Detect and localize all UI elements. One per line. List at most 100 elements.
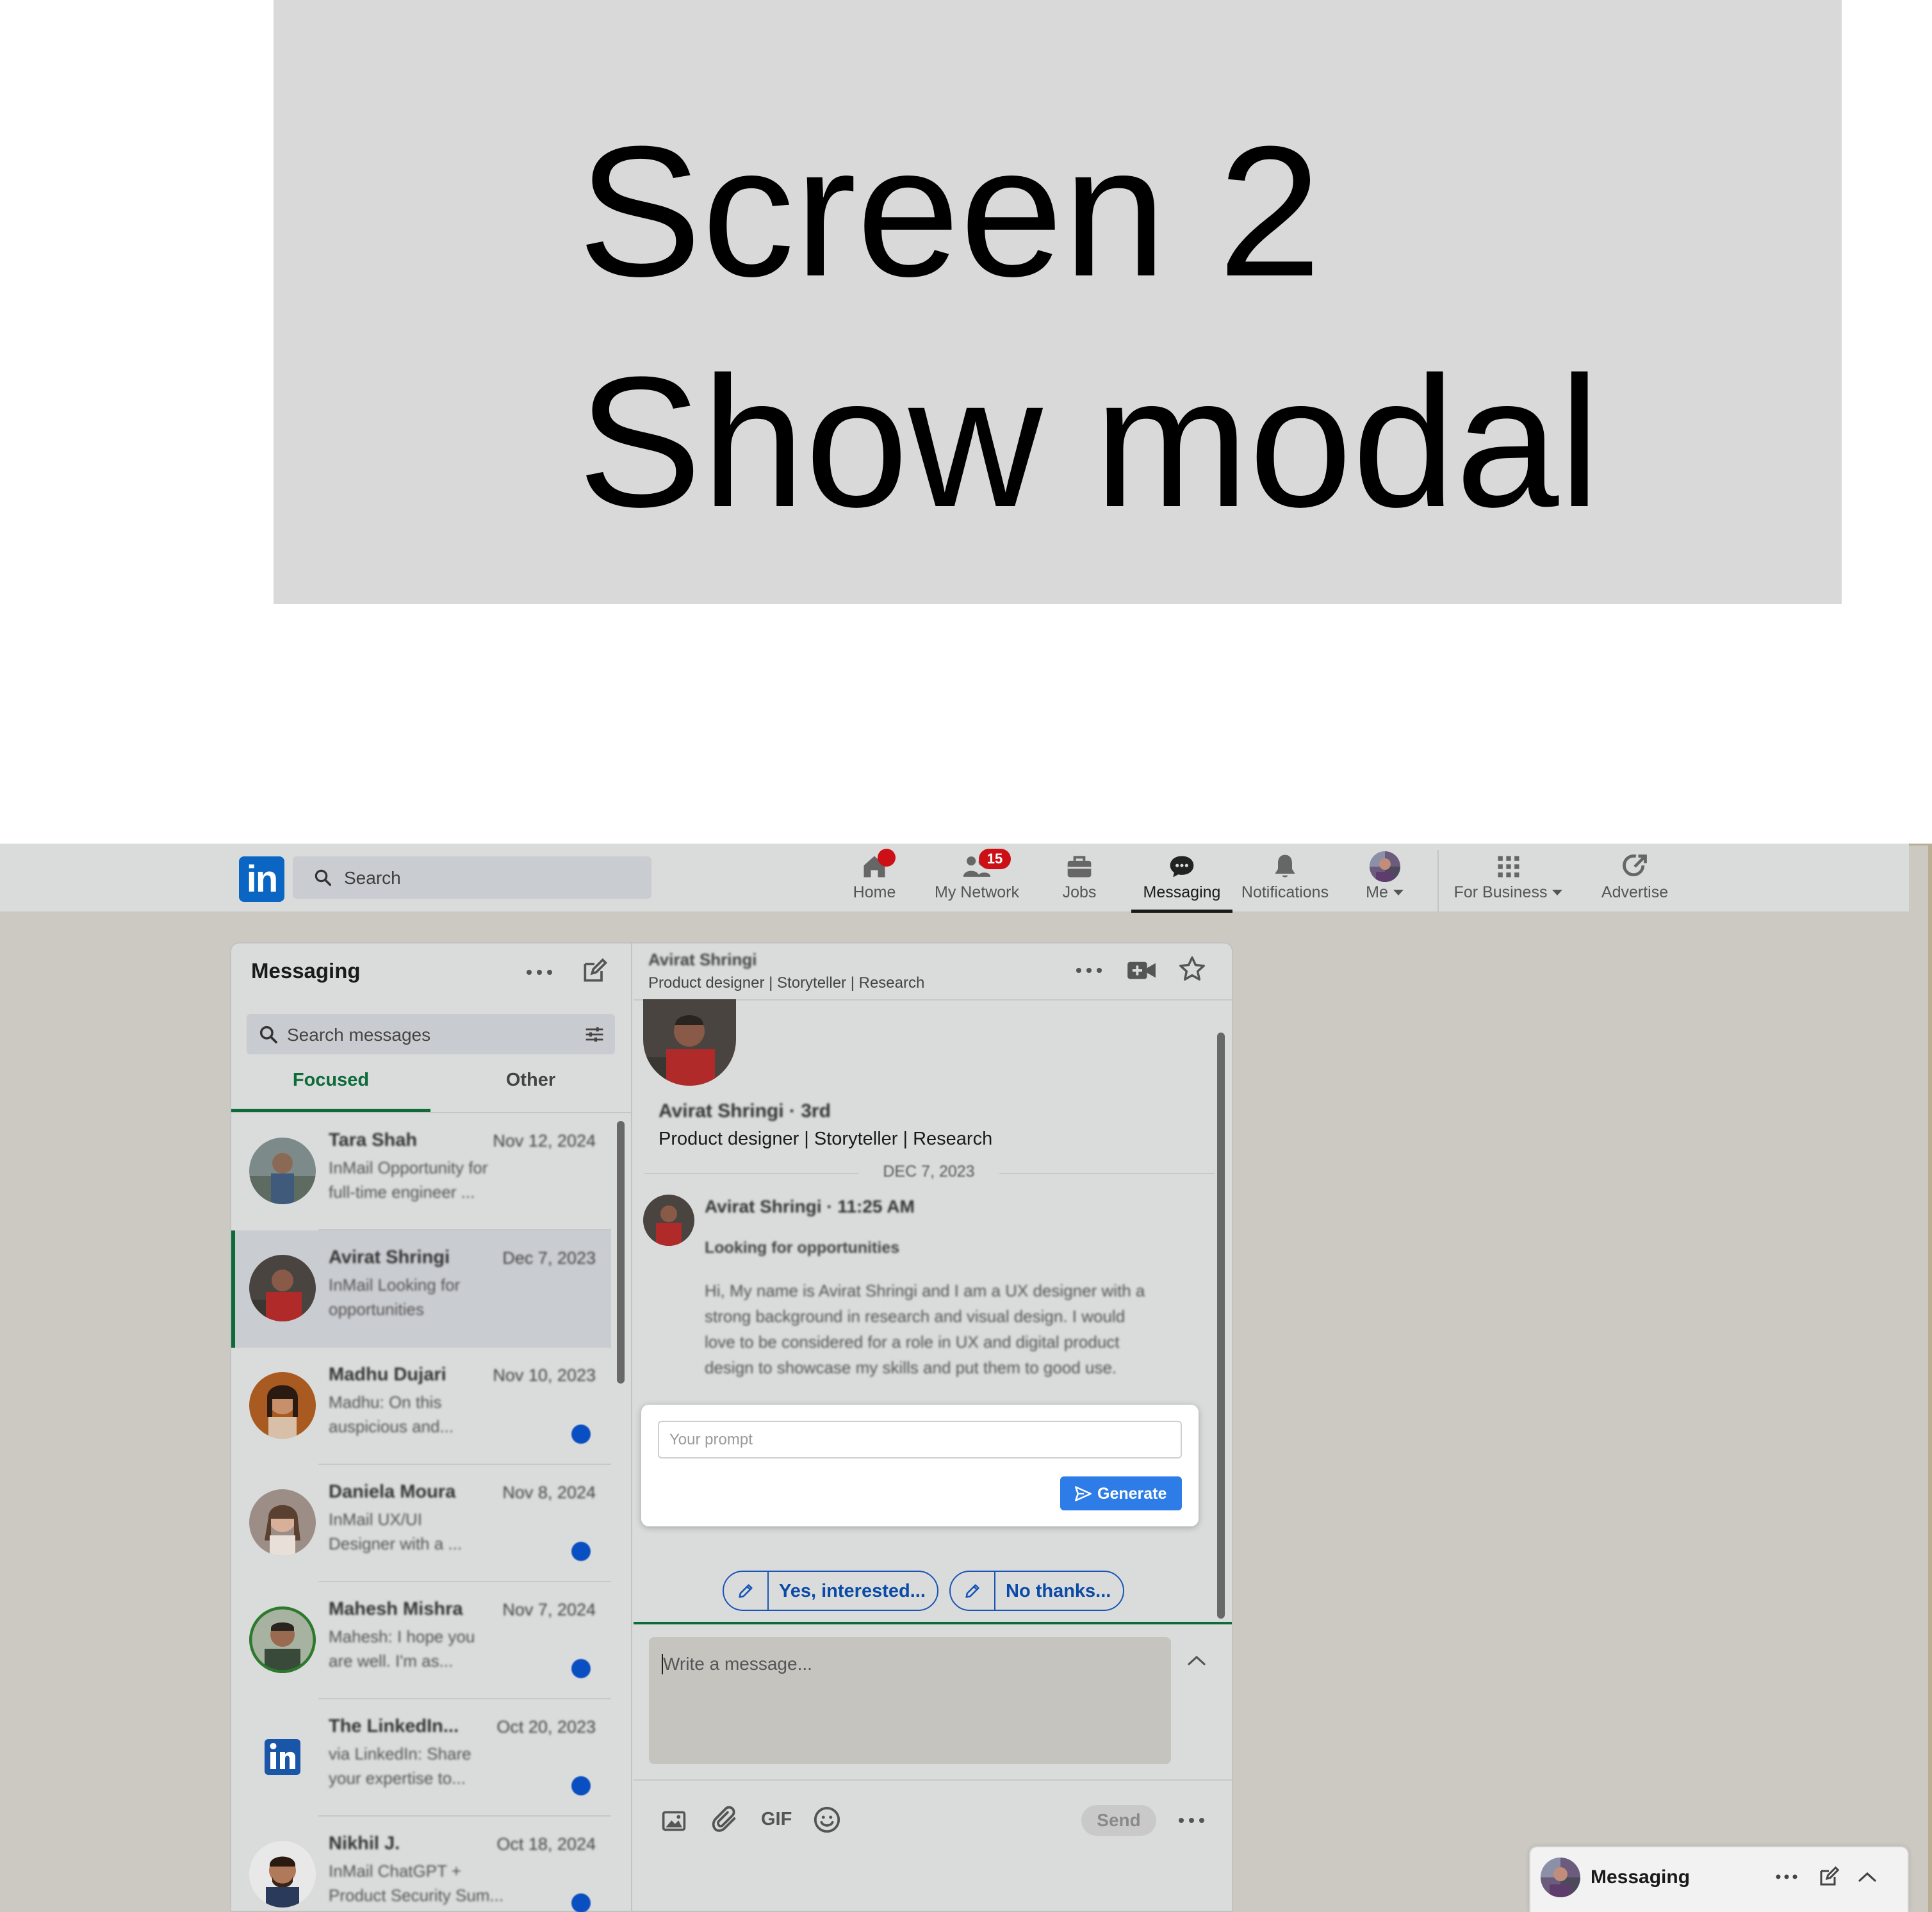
search-messages-input[interactable]: Search messages (247, 1014, 615, 1054)
video-call-icon[interactable] (1126, 958, 1158, 983)
conversation-preview-2: Product Security Sum... (329, 1886, 504, 1905)
messaging-dock[interactable]: Messaging (1529, 1846, 1909, 1912)
me-avatar (1370, 851, 1400, 882)
nav-notifications[interactable]: Notifications (1236, 850, 1334, 911)
unread-indicator (571, 1659, 591, 1678)
conversation-preview: Madhu: On this (329, 1393, 442, 1412)
unread-indicator (571, 1542, 591, 1561)
pencil-icon[interactable] (951, 1572, 995, 1610)
reply-suggestion-yes[interactable]: Yes, interested... (723, 1571, 938, 1611)
message-author: Avirat Shringi · 11:25 AM (705, 1197, 915, 1216)
linkedin-logo[interactable]: in (239, 856, 284, 902)
nav-advertise[interactable]: Advertise (1595, 850, 1674, 911)
conversation-item[interactable]: Madhu Dujari Nov 10, 2023 Madhu: On this… (231, 1348, 611, 1465)
conversation-scrollbar[interactable] (1217, 1033, 1225, 1619)
conversation-item[interactable]: Mahesh Mishra Nov 7, 2024 Mahesh: I hope… (231, 1582, 611, 1699)
avatar (249, 1841, 316, 1908)
conversation-item[interactable]: The LinkedIn... Oct 20, 2023 via LinkedI… (231, 1699, 611, 1817)
conversation-name: Madhu Dujari (329, 1364, 446, 1385)
conversation-item[interactable]: Daniela Moura Nov 8, 2024 InMail UX/UI D… (231, 1465, 611, 1582)
reply-suggestion-no[interactable]: No thanks... (949, 1571, 1124, 1611)
list-scrollbar[interactable] (617, 1121, 625, 1384)
dock-title: Messaging (1591, 1867, 1690, 1888)
conversation-item[interactable]: Tara Shah Nov 12, 2024 InMail Opportunit… (231, 1113, 611, 1230)
compose-icon[interactable] (580, 957, 609, 985)
avatar (249, 1255, 316, 1321)
ai-prompt-modal: Generate (641, 1405, 1199, 1526)
more-options-icon[interactable] (1774, 1869, 1799, 1884)
conversation-name: Daniela Moura (329, 1482, 456, 1502)
search-icon (313, 868, 332, 887)
conversation-item-selected[interactable]: Avirat Shringi Dec 7, 2023 InMail Lookin… (231, 1230, 611, 1348)
conversation-preview: Mahesh: I hope you (329, 1627, 475, 1646)
avatar (249, 1606, 316, 1673)
send-button[interactable]: Send (1081, 1805, 1156, 1836)
star-icon[interactable] (1177, 954, 1207, 984)
conversation-preview: InMail UX/UI (329, 1510, 422, 1529)
reply-suggestion-label: No thanks... (1006, 1581, 1111, 1601)
conversation-preview: InMail Opportunity for (329, 1158, 488, 1177)
message-avatar[interactable] (643, 1195, 694, 1246)
conversation-date: Dec 7, 2023 (502, 1248, 596, 1268)
chat-header-name[interactable]: Avirat Shringi (648, 950, 757, 970)
nav-my-network[interactable]: 15 My Network (929, 849, 1025, 911)
advertise-icon (1621, 853, 1649, 881)
nav-for-business[interactable]: For Business (1448, 850, 1569, 911)
search-messages-placeholder: Search messages (287, 1025, 431, 1045)
conversation-name: Avirat Shringi (329, 1247, 450, 1268)
generate-button[interactable]: Generate (1060, 1476, 1182, 1510)
conversation-item[interactable]: Nikhil J. Oct 18, 2024 InMail ChatGPT + … (231, 1817, 611, 1912)
conversation-date: Nov 8, 2024 (502, 1483, 596, 1502)
conversation-date: Nov 10, 2023 (493, 1366, 596, 1385)
conversation-date: Nov 7, 2024 (502, 1600, 596, 1619)
profile-name[interactable]: Avirat Shringi · 3rd (659, 1100, 831, 1122)
date-divider-label: DEC 7, 2023 (858, 1163, 999, 1181)
conversation-name: Nikhil J. (329, 1833, 400, 1854)
emoji-icon[interactable] (812, 1805, 842, 1834)
gif-button[interactable]: GIF (761, 1809, 792, 1830)
chevron-up-icon[interactable] (1185, 1653, 1208, 1668)
nav-me[interactable]: Me (1359, 850, 1411, 911)
conversation-preview-2: your expertise to... (329, 1769, 466, 1788)
tab-other[interactable]: Other (430, 1070, 631, 1091)
nav-home-label: Home (853, 883, 896, 901)
chat-header-headline: Product designer | Storyteller | Researc… (648, 974, 925, 992)
nav-messaging[interactable]: Messaging (1131, 850, 1232, 913)
pencil-icon[interactable] (724, 1572, 769, 1610)
conversation-preview-2: full-time engineer ... (329, 1182, 475, 1202)
avatar (249, 1489, 316, 1556)
image-icon[interactable] (660, 1808, 688, 1833)
nav-my-network-label: My Network (935, 883, 1019, 901)
banner-title: Screen 2 (578, 108, 1322, 315)
conversation-name: Tara Shah (329, 1130, 418, 1150)
chevron-up-icon[interactable] (1856, 1869, 1879, 1884)
nav-jobs-label: Jobs (1062, 883, 1097, 901)
nav-jobs[interactable]: Jobs (1051, 850, 1108, 911)
more-options-icon[interactable] (1074, 961, 1104, 980)
nav-home[interactable]: Home (844, 849, 905, 911)
tab-focused-underline (231, 1109, 430, 1112)
global-search-input[interactable]: Search (293, 856, 651, 899)
linkedin-avatar (249, 1724, 316, 1790)
nav-divider (1437, 850, 1439, 911)
conversation-preview-2: auspicious and... (329, 1417, 454, 1436)
compose-icon[interactable] (1817, 1865, 1840, 1888)
search-icon (258, 1024, 279, 1045)
filter-icon[interactable] (584, 1024, 605, 1045)
grid-icon (1494, 853, 1523, 881)
unread-indicator (571, 1893, 591, 1912)
more-options-icon[interactable] (524, 963, 555, 982)
message-input[interactable]: Write a message... (649, 1637, 1171, 1764)
conversation-preview-2: are well. I'm as... (329, 1651, 454, 1671)
message-body: Hi, My name is Avirat Shringi and I am a… (705, 1281, 1145, 1377)
tab-focused[interactable]: Focused (231, 1070, 430, 1091)
attachment-icon[interactable] (710, 1805, 739, 1834)
prompt-input[interactable] (658, 1421, 1182, 1459)
more-options-icon[interactable] (1176, 1811, 1207, 1830)
nav-for-business-label: For Business (1448, 883, 1569, 902)
bell-icon (1271, 853, 1299, 881)
conversation-preview: InMail ChatGPT + (329, 1861, 461, 1881)
title-banner: Screen 2 Show modal (274, 0, 1842, 604)
avatar (249, 1138, 316, 1204)
chevron-down-icon (1551, 889, 1563, 897)
